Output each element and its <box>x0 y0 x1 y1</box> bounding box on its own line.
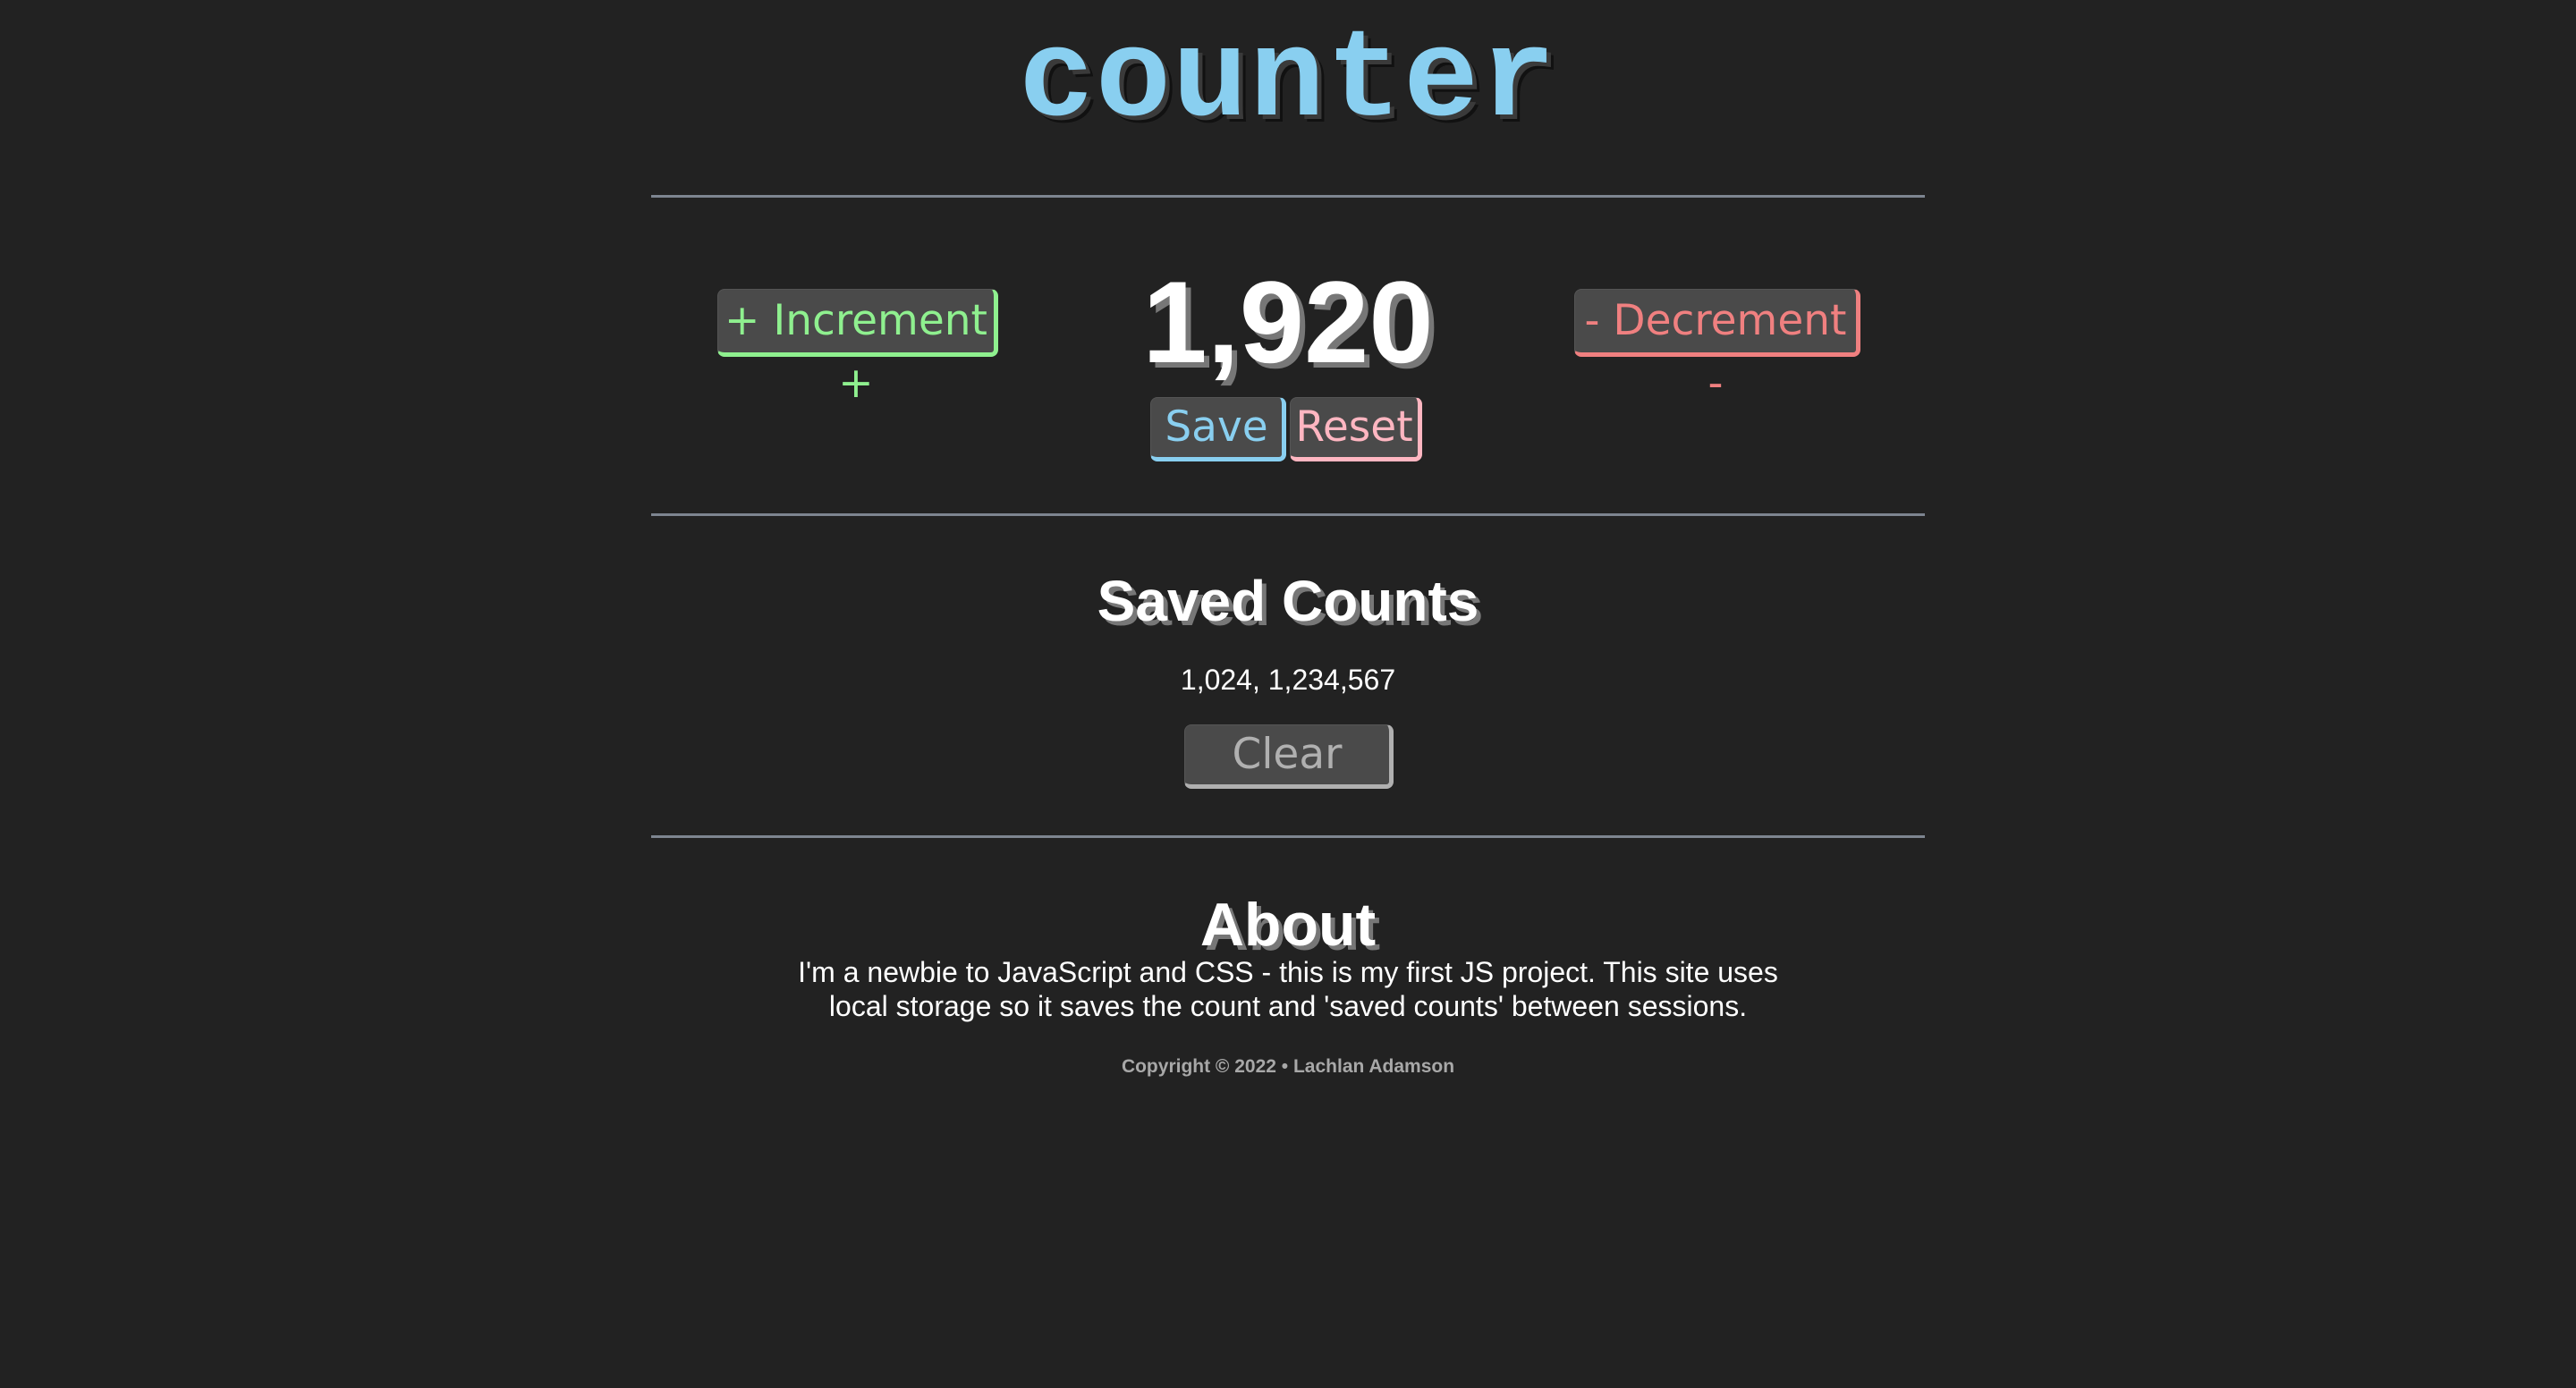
page: counter + Increment + 1,920 - Decrement … <box>0 0 2576 1388</box>
saved-counts-list: 1,024, 1,234,567 <box>1180 664 1396 696</box>
increment-button[interactable]: + Increment + <box>717 289 998 408</box>
save-button[interactable]: Save <box>1150 397 1286 461</box>
reset-button[interactable]: Reset <box>1290 397 1422 461</box>
decrement-button[interactable]: - Decrement - <box>1574 289 1860 408</box>
about-heading: About <box>1199 891 1377 959</box>
count-display: 1,920 <box>1142 257 1434 387</box>
copyright-footer: Copyright © 2022 • Lachlan Adamson <box>1121 1056 1455 1077</box>
divider-middle <box>651 513 1925 516</box>
clear-button[interactable]: Clear <box>1184 724 1394 789</box>
about-text: I'm a newbie to JavaScript and CSS - thi… <box>798 956 1778 1022</box>
app-title: counter <box>1018 11 1558 153</box>
divider-top <box>651 195 1925 198</box>
divider-bottom <box>651 835 1925 838</box>
saved-counts-heading: Saved Counts <box>1097 569 1479 633</box>
